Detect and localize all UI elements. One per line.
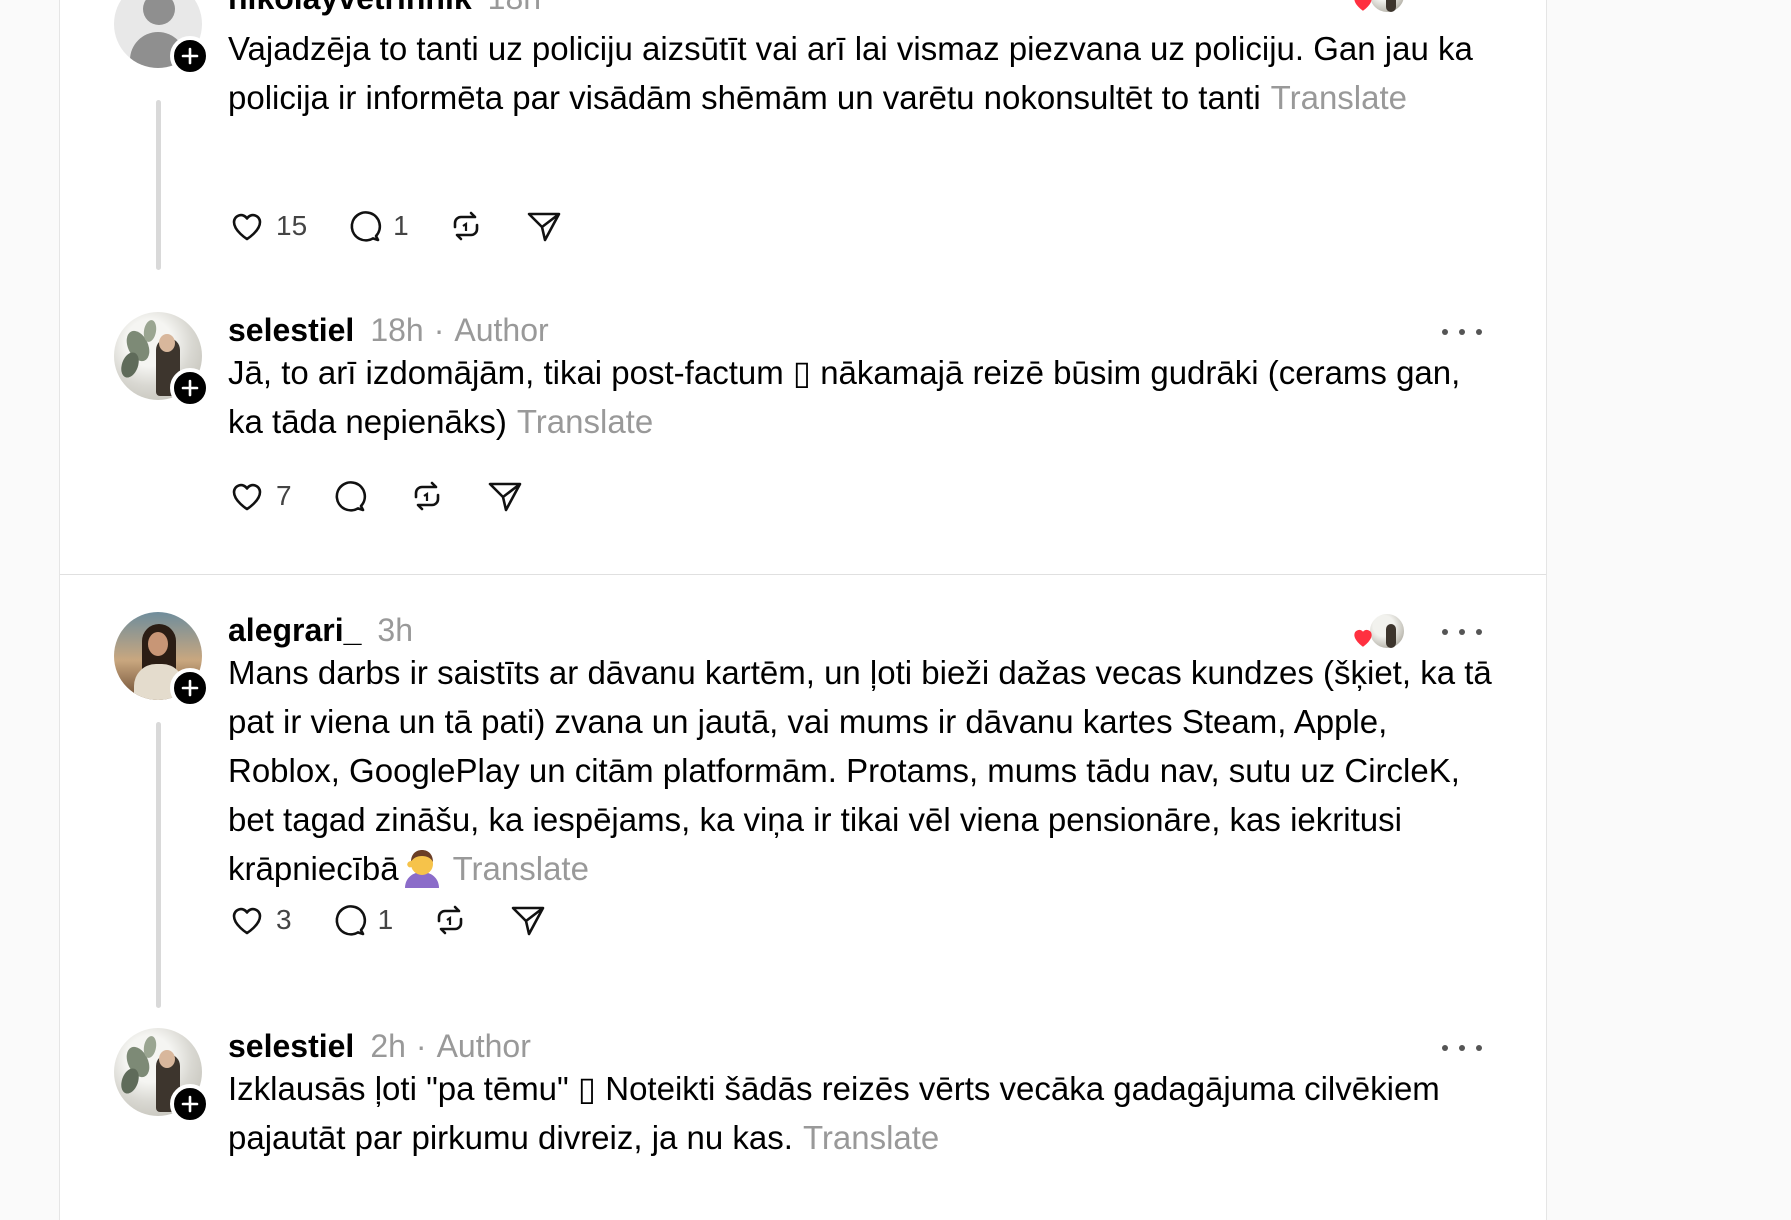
translate-link[interactable]: Translate bbox=[453, 850, 589, 887]
woman-facepalming-emoji bbox=[401, 848, 443, 888]
timestamp[interactable]: 18h bbox=[488, 0, 541, 17]
share-icon bbox=[527, 212, 561, 242]
thread-feed: nikolayvetrinnik 18h Vajadzēja to tanti … bbox=[59, 0, 1547, 1220]
repost-button[interactable] bbox=[406, 472, 448, 520]
thread-line bbox=[156, 722, 161, 1008]
reply-button[interactable]: 1 bbox=[328, 896, 394, 944]
author-liked-indicator bbox=[1350, 0, 1406, 16]
separator-dot: · bbox=[433, 312, 445, 348]
reply-button[interactable]: 1 bbox=[343, 202, 409, 250]
heart-icon bbox=[1354, 629, 1372, 647]
heart-icon bbox=[232, 907, 262, 935]
follow-plus-icon[interactable] bbox=[170, 1084, 210, 1124]
share-button[interactable] bbox=[484, 472, 526, 520]
translate-link[interactable]: Translate bbox=[803, 1119, 939, 1156]
avatar[interactable] bbox=[114, 0, 210, 76]
reply-count: 1 bbox=[393, 210, 409, 241]
repost-button[interactable] bbox=[445, 202, 487, 250]
username[interactable]: alegrari_ bbox=[228, 612, 361, 649]
share-icon bbox=[511, 906, 545, 936]
repost-button[interactable] bbox=[429, 896, 471, 944]
translate-link[interactable]: Translate bbox=[517, 403, 653, 440]
username[interactable]: selestiel bbox=[228, 1028, 354, 1065]
repost-icon bbox=[437, 905, 463, 935]
like-count: 15 bbox=[276, 210, 308, 241]
username[interactable]: selestiel bbox=[228, 312, 354, 349]
timestamp[interactable]: 3h bbox=[377, 612, 413, 649]
more-options-button[interactable] bbox=[1442, 0, 1482, 2]
like-button[interactable]: 7 bbox=[226, 472, 292, 520]
avatar[interactable] bbox=[114, 612, 210, 708]
reply-count: 1 bbox=[377, 904, 394, 935]
author-liked-indicator bbox=[1350, 612, 1406, 652]
post-text: Jā, to arī izdomājām, tikai post-factum … bbox=[228, 354, 1461, 440]
like-button[interactable]: 3 bbox=[226, 896, 292, 944]
thread-line bbox=[156, 100, 161, 270]
like-button[interactable]: 15 bbox=[226, 202, 307, 250]
share-icon bbox=[488, 482, 521, 512]
comment-icon bbox=[350, 211, 382, 242]
like-count: 3 bbox=[276, 904, 292, 935]
share-button[interactable] bbox=[523, 202, 565, 250]
author-label: Author bbox=[436, 1028, 531, 1064]
heart-icon bbox=[232, 213, 262, 241]
more-options-button[interactable] bbox=[1442, 322, 1482, 342]
more-options-button[interactable] bbox=[1442, 622, 1482, 642]
author-label: Author bbox=[454, 312, 549, 348]
timestamp[interactable]: 18h bbox=[370, 312, 423, 349]
heart-icon bbox=[232, 483, 262, 511]
follow-plus-icon[interactable] bbox=[170, 668, 210, 708]
follow-plus-icon[interactable] bbox=[170, 368, 210, 408]
thread-divider bbox=[60, 574, 1546, 575]
timestamp[interactable]: 2h bbox=[370, 1028, 406, 1065]
heart-icon bbox=[1354, 0, 1372, 11]
avatar[interactable] bbox=[114, 312, 210, 408]
username[interactable]: nikolayvetrinnik bbox=[228, 0, 472, 17]
reply-button[interactable] bbox=[328, 472, 370, 520]
more-options-button[interactable] bbox=[1442, 1038, 1482, 1058]
translate-link[interactable]: Translate bbox=[1271, 79, 1407, 116]
like-count: 7 bbox=[276, 480, 292, 511]
comment-icon bbox=[335, 905, 366, 936]
repost-icon bbox=[453, 211, 479, 241]
share-button[interactable] bbox=[507, 896, 549, 944]
follow-plus-icon[interactable] bbox=[170, 36, 210, 76]
avatar[interactable] bbox=[114, 1028, 210, 1124]
repost-icon bbox=[414, 481, 439, 511]
comment-icon bbox=[335, 481, 366, 512]
separator-dot: · bbox=[415, 1028, 427, 1064]
